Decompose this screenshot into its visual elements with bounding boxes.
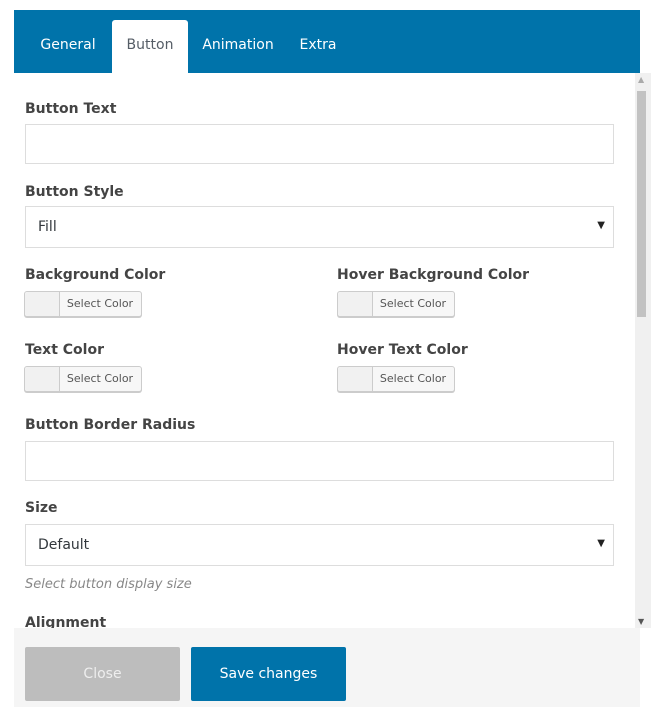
scrollbar[interactable]: ▲ ▼ (635, 73, 651, 628)
select-color-label: Select Color (66, 297, 134, 310)
text-color-label: Text Color (25, 342, 104, 358)
button-text-input[interactable] (25, 124, 614, 164)
size-help-text: Select button display size (25, 577, 192, 592)
hover-text-color-picker[interactable]: Select Color (337, 366, 455, 392)
border-radius-label: Button Border Radius (25, 417, 196, 433)
select-color-label: Select Color (66, 372, 134, 385)
select-color-label: Select Color (379, 372, 447, 385)
color-swatch (338, 367, 373, 391)
tab-bar: General Button Animation Extra (14, 10, 640, 73)
button-style-select[interactable]: Fill ▼ (25, 206, 614, 248)
button-style-value: Fill (38, 219, 57, 235)
background-color-label: Background Color (25, 267, 166, 283)
tab-button[interactable]: Button (112, 20, 188, 73)
color-swatch (338, 292, 373, 316)
close-button[interactable]: Close (25, 647, 180, 701)
background-color-picker[interactable]: Select Color (24, 291, 142, 317)
size-value: Default (38, 537, 90, 553)
border-radius-input[interactable] (25, 441, 614, 481)
scrollbar-thumb[interactable] (637, 91, 646, 317)
settings-panel: Button Text Button Style Fill ▼ Backgrou… (14, 73, 640, 628)
color-swatch (25, 292, 60, 316)
size-select[interactable]: Default ▼ (25, 524, 614, 566)
modal-footer: Close Save changes (14, 628, 640, 707)
save-changes-button[interactable]: Save changes (191, 647, 346, 701)
chevron-down-icon: ▼ (597, 220, 605, 231)
tab-animation[interactable]: Animation (194, 20, 282, 73)
scroll-up-icon[interactable]: ▲ (638, 75, 644, 84)
hover-background-color-picker[interactable]: Select Color (337, 291, 455, 317)
hover-background-color-label: Hover Background Color (337, 267, 530, 283)
tab-general[interactable]: General (28, 20, 108, 73)
select-color-label: Select Color (379, 297, 447, 310)
button-text-label: Button Text (25, 101, 117, 117)
text-color-picker[interactable]: Select Color (24, 366, 142, 392)
size-label: Size (25, 500, 58, 516)
hover-text-color-label: Hover Text Color (337, 342, 468, 358)
scroll-down-icon[interactable]: ▼ (638, 617, 644, 626)
chevron-down-icon: ▼ (597, 538, 605, 549)
tab-extra[interactable]: Extra (292, 20, 344, 73)
color-swatch (25, 367, 60, 391)
alignment-label: Alignment (25, 615, 107, 628)
button-style-label: Button Style (25, 184, 124, 200)
